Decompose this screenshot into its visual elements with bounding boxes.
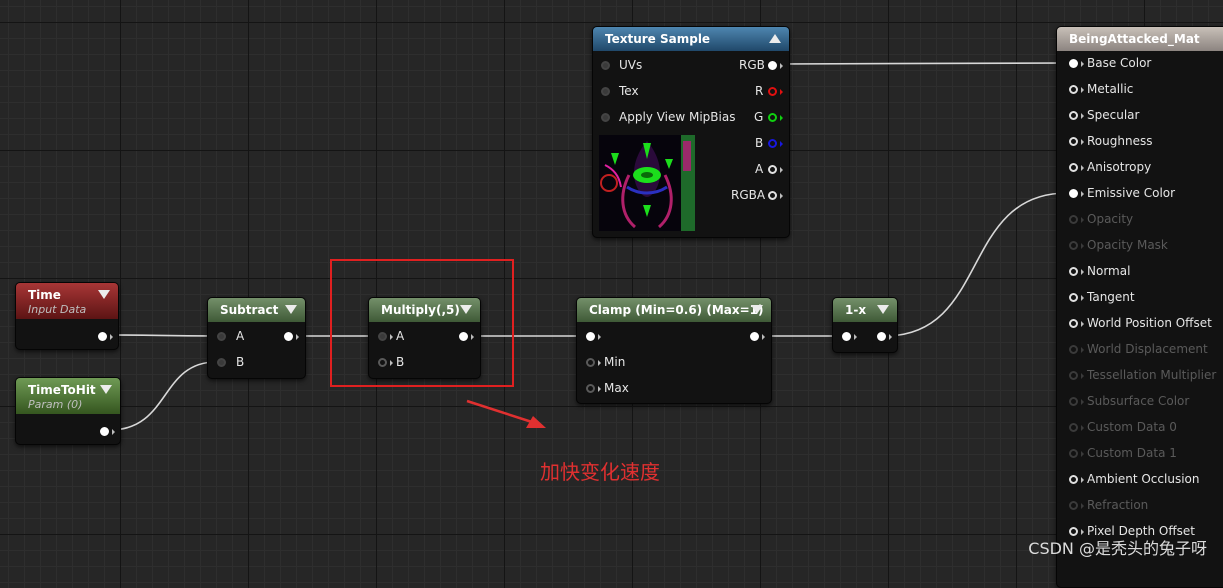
annotation-text: 加快变化速度: [540, 460, 660, 484]
watermark-text: CSDN @是秃头的兔子呀: [1028, 539, 1207, 558]
annotation-arrow-icon: [466, 399, 546, 428]
